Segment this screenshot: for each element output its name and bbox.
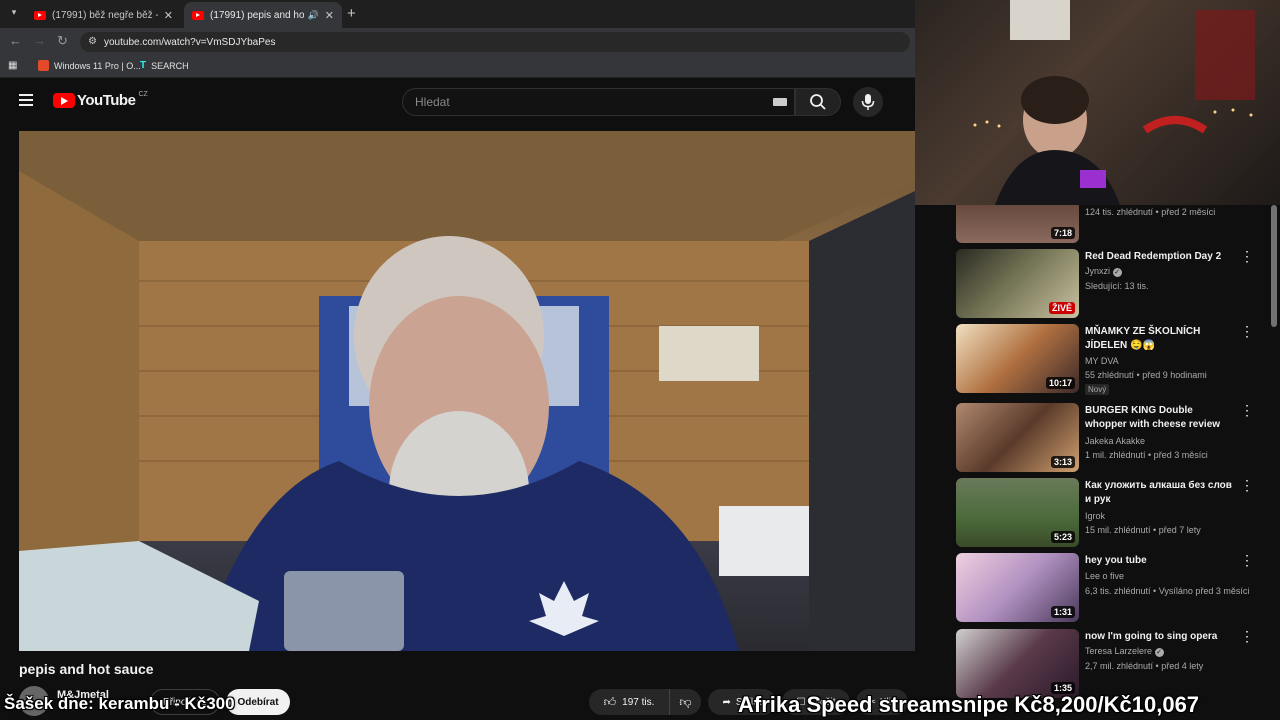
tab-2-close-icon[interactable]: ✕ (325, 9, 334, 22)
video-meta: 124 tis. zhlédnutí • před 2 měsíci (1085, 207, 1216, 217)
youtube-favicon-icon (192, 10, 204, 20)
speaker-icon[interactable]: 🔊 (308, 10, 319, 21)
more-options-icon[interactable]: ⋮ (1240, 403, 1254, 417)
recommendation-item[interactable]: 3:13 BURGER KING Double whopper with che… (956, 403, 1280, 475)
search-icon (810, 94, 826, 110)
video-title: MŇAMKY ZE ŠKOLNÍCH JÍDELEN 🤤😱 (1085, 326, 1201, 351)
video-title: BURGER KING Double whopper with cheese r… (1085, 405, 1221, 430)
recommendation-item[interactable]: 1:35 now I'm going to sing opera Teresa … (956, 629, 1280, 701)
recommendation-item[interactable]: ŽIVĚ Red Dead Redemption Day 2 Jynxzi ✓ … (956, 249, 1280, 321)
forward-icon[interactable]: → (33, 33, 46, 48)
video-meta: Sledující: 13 tis. (1085, 281, 1149, 291)
more-options-icon[interactable]: ⋮ (1240, 553, 1254, 567)
tab-1[interactable]: (17991) běž negře běž - YouTube ✕ (26, 2, 181, 28)
tiktok-favicon-icon: T (140, 60, 147, 71)
video-meta: 2,7 mil. zhlédnutí • před 4 lety (1085, 661, 1204, 671)
apps-icon[interactable]: ▦ (8, 60, 17, 71)
bookmark-favicon-icon (38, 60, 49, 71)
youtube-logo-icon (53, 93, 75, 108)
stream-overlay-left: Šašek dne: kerambu - Kč300 (4, 694, 235, 713)
region-code: CZ (138, 91, 148, 98)
back-icon[interactable]: ← (9, 33, 22, 48)
subscribe-button[interactable]: Odebírat (226, 689, 290, 715)
verified-icon: ✓ (1112, 268, 1122, 277)
recommendation-item[interactable]: 5:23 Как уложить алкаша без слов и рук I… (956, 478, 1280, 550)
like-count: 197 tis. (622, 696, 655, 708)
address-bar[interactable]: ⚙ youtube.com/watch?v=VmSDJYbaPes (80, 32, 910, 52)
menu-icon[interactable] (19, 94, 33, 106)
video-meta: 1 mil. zhlédnutí • před 3 měsíci (1085, 450, 1208, 460)
youtube-favicon-icon (34, 10, 46, 20)
channel-name: MY DVA (1085, 356, 1119, 366)
search-input[interactable]: Hledat (402, 88, 795, 116)
video-thumbnail[interactable]: 10:17 (956, 324, 1079, 393)
more-options-icon[interactable]: ⋮ (1240, 629, 1254, 643)
thumbs-down-icon: 👎︎ (679, 694, 692, 709)
video-thumbnail[interactable]: 5:23 (956, 478, 1079, 547)
search-placeholder: Hledat (415, 95, 450, 109)
microphone-icon (861, 94, 875, 110)
video-title: Red Dead Redemption Day 2 (1085, 251, 1222, 262)
youtube-logo[interactable]: YouTube CZ (53, 91, 148, 109)
tab-2[interactable]: (17991) pepis and hot sauce 🔊 ✕ (184, 2, 342, 28)
youtube-logo-text: YouTube (77, 92, 136, 109)
channel-name: Teresa Larzelere ✓ (1085, 646, 1164, 657)
bookmark-windows[interactable]: Windows 11 Pro | O... (38, 60, 141, 71)
site-info-icon[interactable]: ⚙ (88, 36, 97, 47)
more-options-icon[interactable]: ⋮ (1240, 478, 1254, 492)
video-thumbnail[interactable]: 1:31 (956, 553, 1079, 622)
video-title: hey you tube (1085, 555, 1147, 566)
recommendation-item[interactable]: 1:31 hey you tube Lee o five 6,3 tis. zh… (956, 553, 1280, 625)
video-frame (19, 131, 915, 651)
dislike-button[interactable]: 👎︎ (669, 689, 701, 715)
scrollbar[interactable] (1271, 205, 1277, 327)
webcam-overlay (915, 0, 1280, 205)
new-badge: Nový (1085, 384, 1110, 395)
voice-search-button[interactable] (853, 87, 883, 117)
reload-icon[interactable]: ↻ (57, 33, 68, 49)
bookmark-search[interactable]: T SEARCH (140, 60, 189, 71)
video-meta: 55 zhlédnutí • před 9 hodinami (1085, 370, 1207, 380)
video-thumbnail[interactable]: ŽIVĚ (956, 249, 1079, 318)
duration-badge: 5:23 (1050, 531, 1075, 543)
tab-list-button[interactable]: ▾ (6, 7, 22, 21)
channel-name: Igrok (1085, 511, 1106, 521)
duration-badge: 1:31 (1050, 606, 1075, 618)
video-player[interactable] (19, 131, 915, 651)
stream-overlay-right: Afrika Speed streamsnipe Kč8,200/Kč10,06… (738, 692, 1200, 717)
video-meta: 6,3 tis. zhlédnutí • Vysíláno před 3 měs… (1085, 586, 1250, 596)
share-icon: ➦ (722, 696, 731, 708)
live-badge: ŽIVĚ (1048, 302, 1075, 314)
more-options-icon[interactable]: ⋮ (1240, 249, 1254, 263)
duration-badge: 10:17 (1045, 377, 1075, 389)
duration-badge: 3:13 (1050, 456, 1075, 468)
new-tab-button[interactable]: + (347, 5, 356, 22)
keyboard-icon[interactable] (773, 98, 787, 106)
video-meta: 15 mil. zhlédnutí • před 7 lety (1085, 525, 1201, 535)
bookmark-label: Windows 11 Pro | O... (54, 60, 141, 71)
search-button[interactable] (795, 88, 841, 116)
video-thumbnail[interactable]: 1:35 (956, 629, 1079, 698)
duration-badge: 7:18 (1050, 227, 1075, 239)
thumbs-up-icon: 👍︎ (603, 694, 617, 709)
bookmark-label: SEARCH (151, 60, 189, 71)
video-thumbnail[interactable]: 3:13 (956, 403, 1079, 472)
webcam-frame (973, 0, 1255, 205)
more-options-icon[interactable]: ⋮ (1240, 324, 1254, 338)
like-button[interactable]: 👍︎ 197 tis. (589, 689, 669, 715)
video-title: Как уложить алкаша без слов и рук (1085, 480, 1232, 505)
channel-name: Jakeka Akakke (1085, 436, 1146, 446)
channel-name: Lee o five (1085, 571, 1125, 581)
verified-icon: ✓ (1154, 648, 1164, 657)
video-title: now I'm going to sing opera (1085, 631, 1218, 642)
channel-name: Jynxzi ✓ (1085, 266, 1122, 277)
tab-2-title: (17991) pepis and hot sauce (210, 9, 304, 21)
recommendation-item[interactable]: 10:17 MŇAMKY ZE ŠKOLNÍCH JÍDELEN 🤤😱 MY D… (956, 324, 1280, 396)
tab-1-title: (17991) běž negře běž - YouTube (52, 9, 158, 21)
tab-1-close-icon[interactable]: ✕ (164, 9, 173, 22)
url-text: youtube.com/watch?v=VmSDJYbaPes (104, 36, 276, 48)
video-title: pepis and hot sauce (19, 661, 154, 677)
